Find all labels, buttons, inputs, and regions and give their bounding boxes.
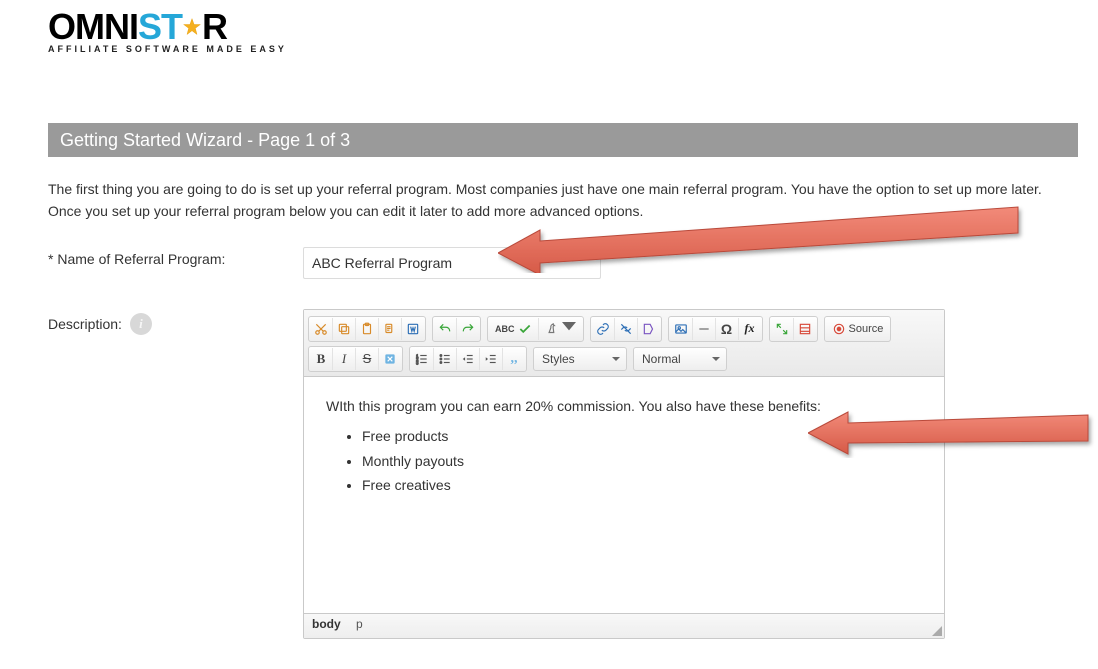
image-icon[interactable] bbox=[670, 318, 693, 340]
insert-group: Ω fx bbox=[668, 316, 763, 342]
description-label: Description: i bbox=[48, 309, 303, 335]
special-char-icon[interactable]: Ω bbox=[716, 318, 739, 340]
name-field bbox=[303, 247, 1078, 279]
paste-word-icon[interactable] bbox=[402, 318, 424, 340]
editor-footer: body p bbox=[304, 613, 944, 638]
clipboard-group bbox=[308, 316, 426, 342]
source-label: Source bbox=[849, 323, 884, 335]
remove-format-icon[interactable] bbox=[379, 348, 401, 370]
toolbar-row-1: ABC Ω bbox=[308, 314, 940, 344]
blockquote-icon[interactable]: ,, bbox=[503, 348, 525, 370]
logo-tagline: AFFILIATE SOFTWARE MADE EASY bbox=[48, 44, 287, 54]
editor-body[interactable]: WIth this program you can earn 20% commi… bbox=[304, 377, 944, 613]
row-description: Description: i bbox=[48, 309, 1078, 639]
editor-bullet-list: Free products Monthly payouts Free creat… bbox=[344, 425, 922, 496]
expand-group bbox=[769, 316, 818, 342]
page: OMNIST R AFFILIATE SOFTWARE MADE EASY Get… bbox=[0, 0, 1098, 618]
redo-icon[interactable] bbox=[457, 318, 479, 340]
svg-text:3: 3 bbox=[416, 360, 419, 365]
bullet-list-icon[interactable] bbox=[434, 348, 457, 370]
rich-text-editor: ABC Ω bbox=[303, 309, 945, 639]
undo-icon[interactable] bbox=[434, 318, 457, 340]
info-icon[interactable]: i bbox=[130, 313, 152, 335]
source-group: Source bbox=[824, 316, 892, 342]
format-combo-label: Normal bbox=[642, 352, 681, 366]
numbered-list-icon[interactable]: 123 bbox=[411, 348, 434, 370]
spell-group: ABC bbox=[487, 316, 584, 342]
logo-text-st: ST bbox=[138, 6, 182, 47]
wizard-header: Getting Started Wizard - Page 1 of 3 bbox=[48, 123, 1078, 157]
toolbar-row-2: B I S 123 ,, bbox=[308, 344, 940, 374]
app-logo: OMNIST R AFFILIATE SOFTWARE MADE EASY bbox=[48, 6, 287, 54]
page-title: Getting Started Wizard - Page 1 of 3 bbox=[60, 130, 350, 150]
indent-icon[interactable] bbox=[480, 348, 503, 370]
link-icon[interactable] bbox=[592, 318, 615, 340]
format-combo[interactable]: Normal bbox=[633, 347, 727, 371]
content-area: The first thing you are going to do is s… bbox=[48, 168, 1078, 669]
paste-icon[interactable] bbox=[356, 318, 379, 340]
source-button[interactable]: Source bbox=[826, 318, 890, 340]
star-icon bbox=[182, 6, 202, 48]
logo-text-omni: OMNI bbox=[48, 6, 138, 47]
paste-text-icon[interactable] bbox=[379, 318, 402, 340]
unlink-icon[interactable] bbox=[615, 318, 638, 340]
format-painter-icon[interactable] bbox=[539, 318, 582, 340]
copy-icon[interactable] bbox=[333, 318, 356, 340]
font-style-group: B I S bbox=[308, 346, 403, 372]
description-label-text: Description: bbox=[48, 316, 122, 332]
show-blocks-icon[interactable] bbox=[794, 318, 816, 340]
math-icon[interactable]: fx bbox=[739, 318, 761, 340]
maximize-icon[interactable] bbox=[771, 318, 794, 340]
outdent-icon[interactable] bbox=[457, 348, 480, 370]
path-body[interactable]: body bbox=[312, 617, 341, 631]
list-item: Free products bbox=[362, 425, 922, 447]
styles-combo-label: Styles bbox=[542, 352, 575, 366]
editor-toolbar: ABC Ω bbox=[304, 310, 944, 377]
styles-combo[interactable]: Styles bbox=[533, 347, 627, 371]
editor-intro-text: WIth this program you can earn 20% commi… bbox=[326, 395, 922, 417]
intro-text: The first thing you are going to do is s… bbox=[48, 178, 1078, 223]
list-group: 123 ,, bbox=[409, 346, 527, 372]
resize-handle-icon[interactable] bbox=[932, 626, 942, 636]
logo-text-r: R bbox=[202, 6, 227, 47]
name-input[interactable] bbox=[303, 247, 601, 279]
anchor-icon[interactable] bbox=[638, 318, 660, 340]
undo-group bbox=[432, 316, 481, 342]
cut-icon[interactable] bbox=[310, 318, 333, 340]
list-item: Free creatives bbox=[362, 474, 922, 496]
link-group bbox=[590, 316, 662, 342]
hr-icon[interactable] bbox=[693, 318, 716, 340]
path-p[interactable]: p bbox=[356, 617, 363, 631]
italic-button[interactable]: I bbox=[333, 348, 356, 370]
strike-button[interactable]: S bbox=[356, 348, 379, 370]
logo-wordmark: OMNIST R bbox=[48, 6, 287, 48]
list-item: Monthly payouts bbox=[362, 450, 922, 472]
row-name: * Name of Referral Program: bbox=[48, 247, 1078, 279]
bold-button[interactable]: B bbox=[310, 348, 333, 370]
spellcheck-icon[interactable]: ABC bbox=[489, 318, 539, 340]
description-field: ABC Ω bbox=[303, 309, 1078, 639]
name-label: * Name of Referral Program: bbox=[48, 247, 303, 267]
